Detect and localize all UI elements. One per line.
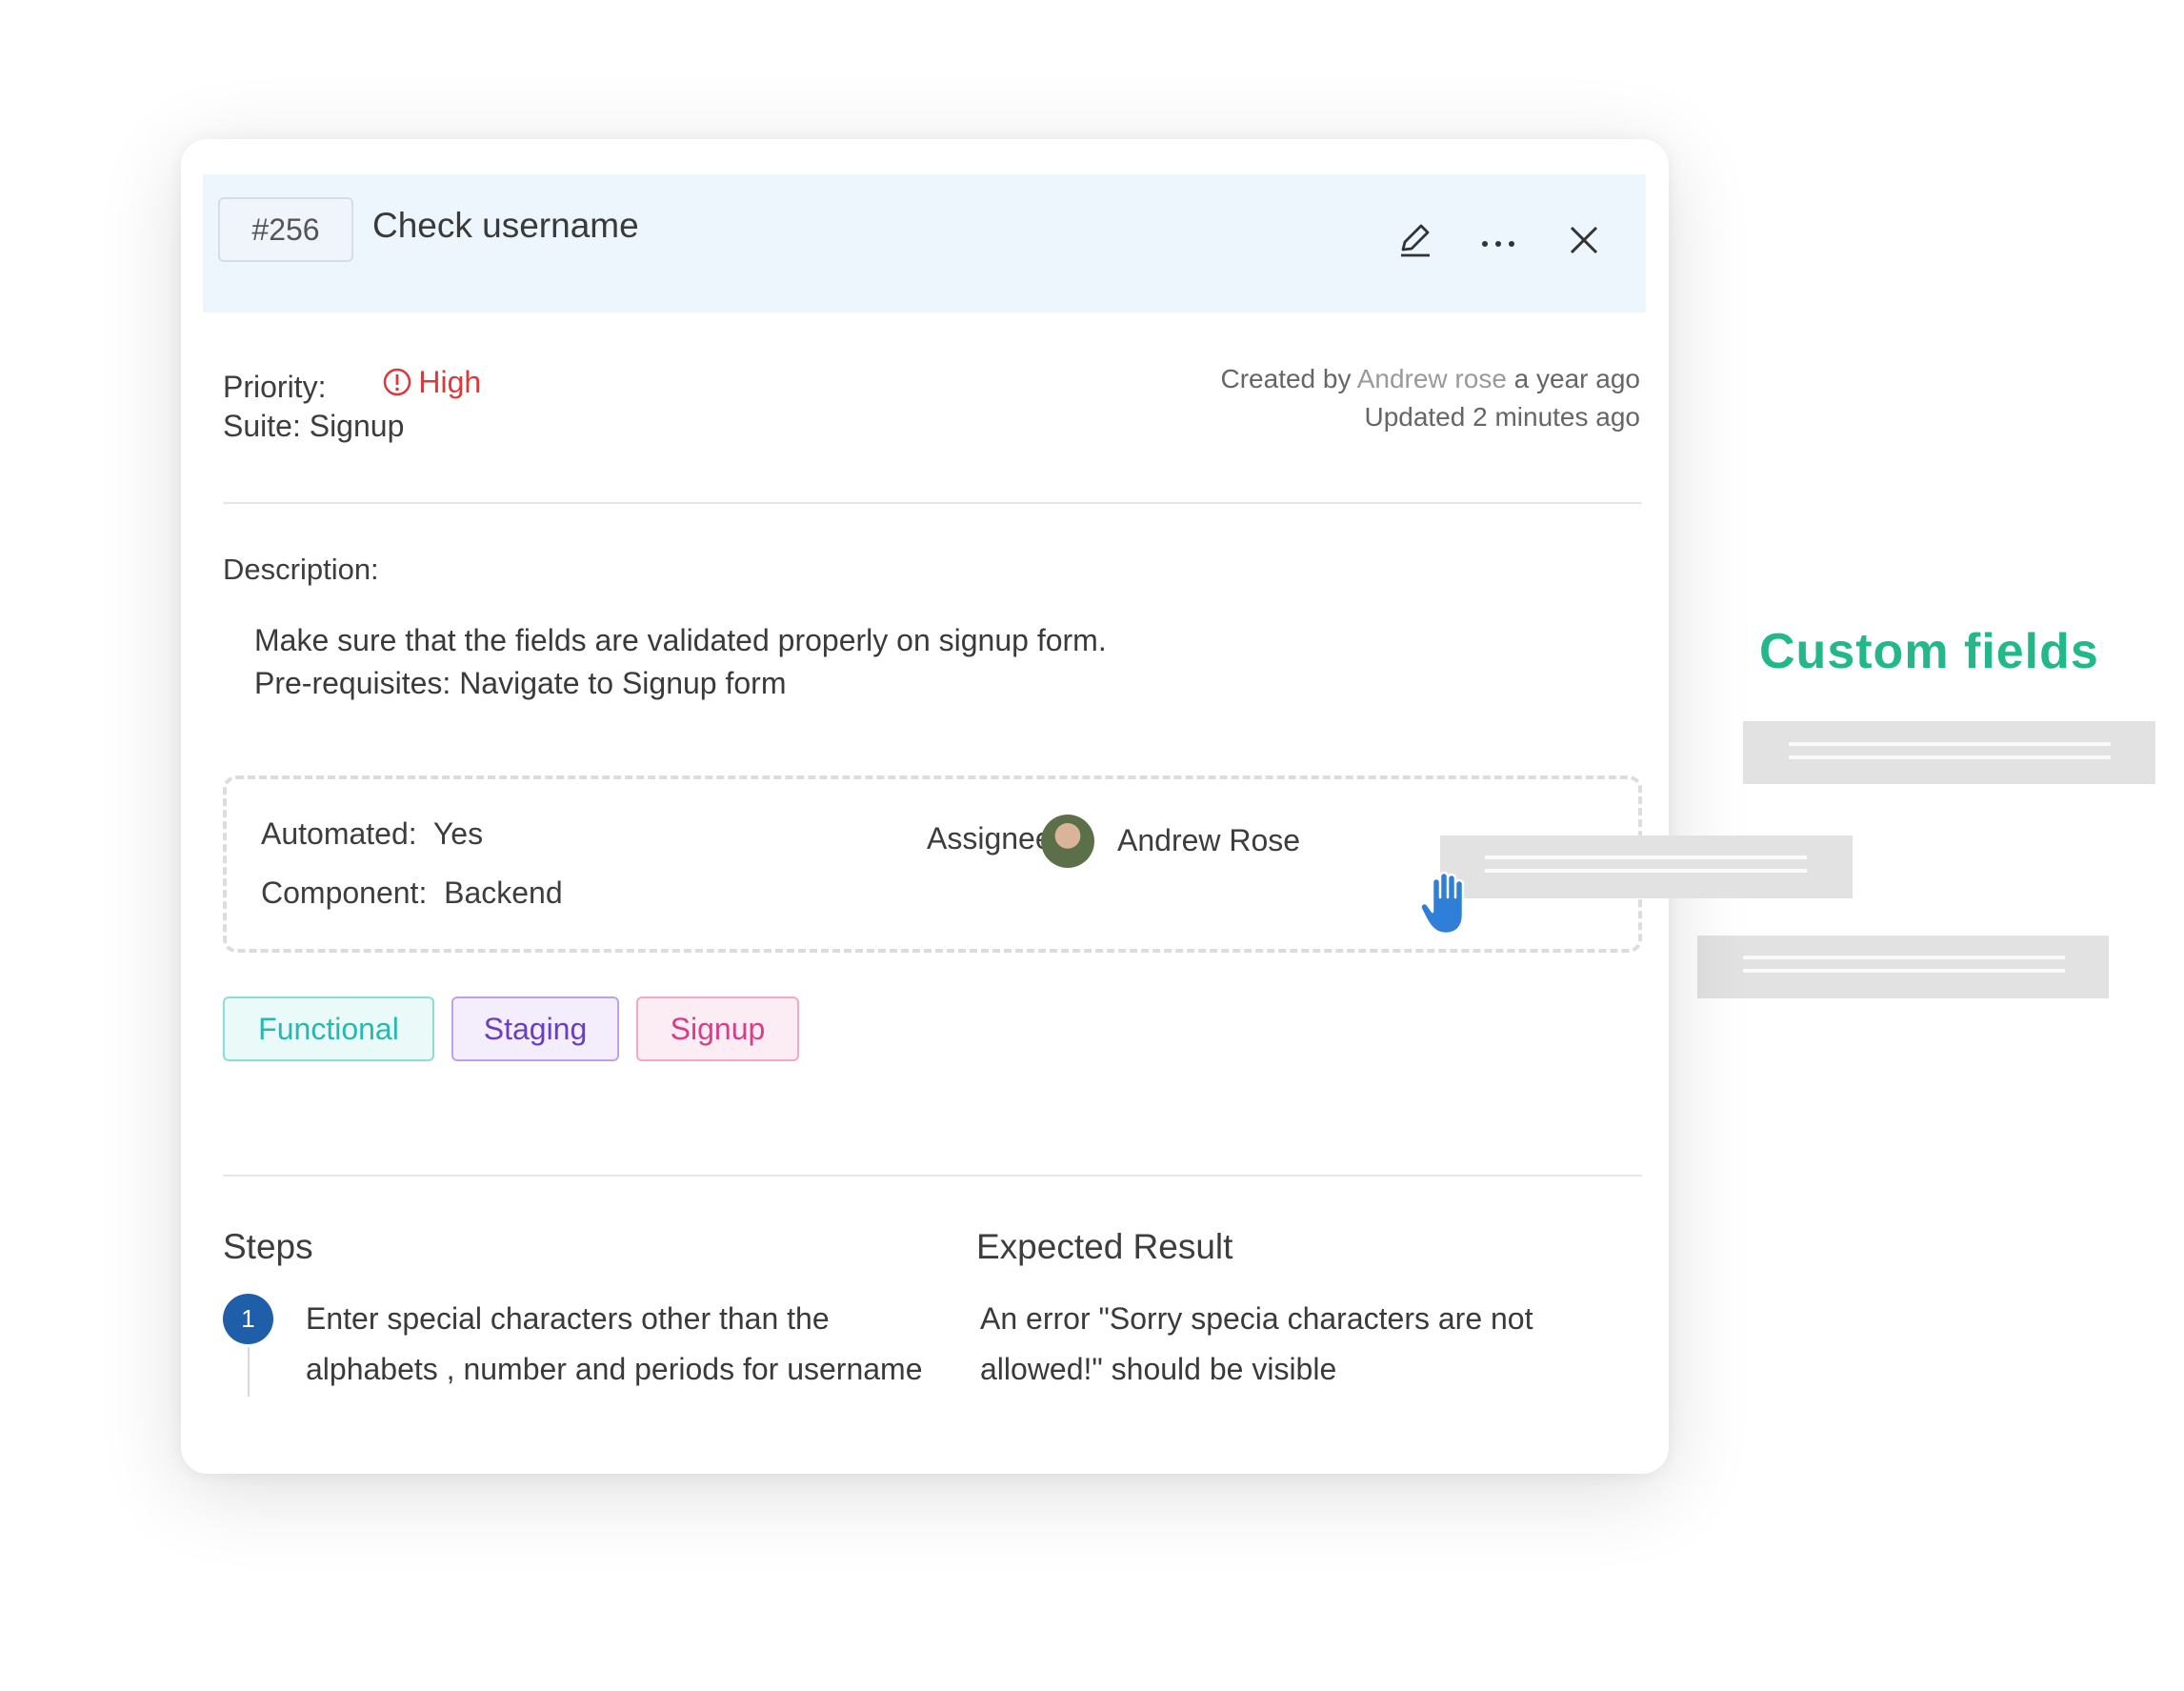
close-icon[interactable] — [1562, 218, 1606, 262]
custom-fields-heading: Custom fields — [1759, 624, 2099, 679]
divider-top — [223, 502, 1642, 504]
meta-left: Priority: High Suite: Signup — [223, 360, 481, 448]
tag-signup[interactable]: Signup — [636, 996, 799, 1061]
created-author[interactable]: Andrew rose — [1357, 364, 1507, 393]
component-field: Component: Backend — [261, 876, 563, 910]
hand-cursor-icon — [1419, 871, 1465, 936]
alert-circle-icon — [384, 368, 411, 396]
expected-title: Expected Result — [976, 1227, 1233, 1266]
tag-list: Functional Staging Signup — [223, 996, 799, 1061]
ticket-title: Check username — [372, 206, 639, 245]
automated-field: Automated: Yes — [261, 816, 484, 851]
description-line-2: Pre-requisites: Navigate to Signup form — [254, 666, 787, 700]
assignee-avatar — [1041, 815, 1094, 868]
custom-field-placeholder-3 — [1697, 936, 2109, 998]
priority-label: Priority: — [223, 370, 327, 404]
assignee-name[interactable]: Andrew Rose — [1117, 823, 1300, 858]
card-header: #256 Check username — [203, 174, 1646, 312]
ticket-id: #256 — [218, 197, 353, 262]
more-icon[interactable] — [1476, 218, 1520, 262]
description-line-1: Make sure that the fields are validated … — [254, 623, 1107, 657]
expected-text: An error "Sorry specia characters are no… — [980, 1301, 1533, 1386]
step-connector — [248, 1347, 250, 1397]
tag-functional[interactable]: Functional — [223, 996, 434, 1061]
meta-right: Created by Andrew rose a year ago Update… — [1221, 360, 1641, 436]
custom-field-placeholder-1 — [1743, 721, 2155, 784]
tag-staging[interactable]: Staging — [451, 996, 619, 1061]
pencil-icon[interactable] — [1393, 218, 1437, 262]
updated-text: Updated 2 minutes ago — [1364, 402, 1640, 432]
automated-value: Yes — [432, 816, 484, 851]
created-prefix: Created by — [1220, 364, 1352, 393]
test-case-card: #256 Check username Priority: High Suite… — [181, 139, 1669, 1474]
priority-value: High — [382, 360, 481, 404]
steps-title: Steps — [223, 1227, 313, 1266]
divider-bottom — [223, 1175, 1642, 1177]
description-text: Make sure that the fields are validated … — [254, 619, 1107, 705]
custom-field-placeholder-2 — [1440, 835, 1853, 898]
step-text: Enter special characters other than the … — [306, 1301, 923, 1386]
suite-label: Suite: Signup — [223, 409, 405, 443]
step-number-badge: 1 — [223, 1294, 273, 1344]
description-label: Description: — [223, 553, 379, 586]
component-value: Backend — [444, 876, 563, 910]
created-suffix: a year ago — [1513, 364, 1640, 393]
